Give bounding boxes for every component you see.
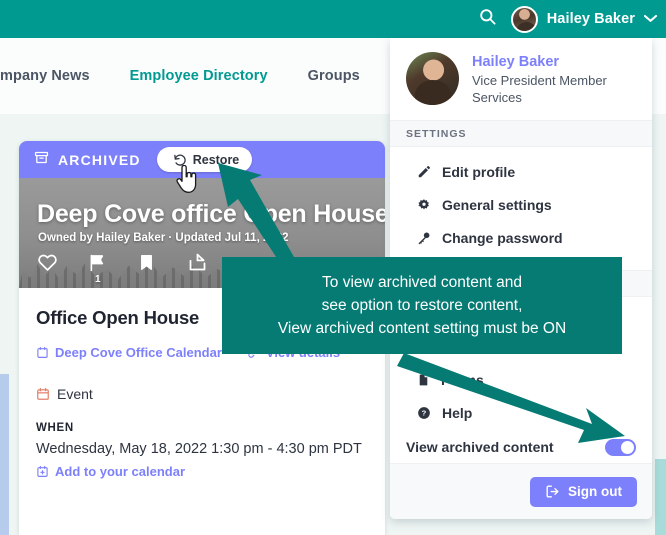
pencil-icon <box>417 165 431 179</box>
calendar-icon <box>36 346 49 359</box>
dropdown-item-label: General settings <box>442 196 552 213</box>
avatar <box>510 5 538 33</box>
dropdown-profile-name[interactable]: Hailey Baker <box>472 54 622 70</box>
dropdown-profile-role: Vice President Member Services <box>472 73 607 105</box>
right-edge-accent <box>655 459 666 535</box>
annotation-line-3: View archived content setting must be ON <box>277 320 567 337</box>
dropdown-item-label: Help <box>442 404 473 421</box>
when-value: Wednesday, May 18, 2022 1:30 pm - 4:30 p… <box>36 441 362 457</box>
annotation-callout: To view archived content and see option … <box>222 257 622 354</box>
dropdown-item-change-password[interactable]: Change password <box>390 221 652 254</box>
calendar-plus-icon <box>36 465 49 478</box>
left-edge-accent <box>0 374 9 535</box>
user-menu-trigger[interactable]: Hailey Baker <box>510 5 658 33</box>
dropdown-item-label: Edit profile <box>442 163 516 180</box>
svg-text:?: ? <box>422 408 427 417</box>
restore-button-label: Restore <box>192 152 240 167</box>
view-archived-content-toggle[interactable] <box>605 438 636 456</box>
event-type-label: Event <box>57 386 93 402</box>
top-header-bar: Hailey Baker <box>0 0 666 38</box>
annotation-line-1: To view archived content and <box>322 274 522 291</box>
screen: Hailey Baker mpany News Employee Directo… <box>0 0 666 535</box>
avatar <box>406 52 459 105</box>
sign-out-label: Sign out <box>568 484 622 499</box>
calendar-link-label: Deep Cove Office Calendar <box>55 345 222 360</box>
nav-item-employee-directory[interactable]: Employee Directory <box>130 68 268 84</box>
dropdown-item-general-settings[interactable]: General settings <box>390 188 652 221</box>
like-button[interactable] <box>37 252 87 278</box>
card-hero-meta: Owned by Hailey Baker · Updated Jul 11, … <box>38 232 289 244</box>
restore-button[interactable]: Restore <box>156 147 253 172</box>
hand-cursor <box>176 164 198 198</box>
add-to-calendar-label: Add to your calendar <box>55 464 186 479</box>
dropdown-item-label: Forms <box>441 371 484 388</box>
nav-item-groups[interactable]: Groups <box>308 68 360 84</box>
bookmark-button[interactable] <box>137 252 187 278</box>
event-type-row: Event <box>36 386 385 402</box>
archive-box-icon <box>34 150 49 170</box>
top-user-name: Hailey Baker <box>546 11 635 27</box>
when-label: WHEN <box>36 422 74 434</box>
calendar-event-icon <box>36 387 50 401</box>
dropdown-item-label: Change password <box>442 229 563 246</box>
add-to-calendar-link[interactable]: Add to your calendar <box>36 464 385 479</box>
gear-icon <box>417 198 431 212</box>
chevron-down-icon[interactable] <box>643 10 658 28</box>
search-icon[interactable] <box>478 7 497 31</box>
flag-count: 1 <box>95 274 101 285</box>
key-icon <box>417 231 431 245</box>
archived-banner: ARCHIVED Restore <box>19 141 385 178</box>
dropdown-footer: Sign out <box>390 463 652 519</box>
nav-item-company-news[interactable]: mpany News <box>0 68 90 84</box>
card-hero-actions: 1 <box>37 252 237 285</box>
document-icon <box>417 373 430 387</box>
dropdown-item-help[interactable]: ? Help <box>390 396 652 429</box>
calendar-link[interactable]: Deep Cove Office Calendar <box>36 345 222 360</box>
question-circle-icon: ? <box>417 406 431 420</box>
dropdown-section-settings: SETTINGS <box>390 120 652 147</box>
card-hero-title: Deep Cove office Open House <box>37 200 385 228</box>
dropdown-item-forms[interactable]: Forms <box>390 363 652 396</box>
dropdown-profile[interactable]: Hailey Baker Vice President Member Servi… <box>390 38 652 120</box>
archived-label: ARCHIVED <box>58 151 141 168</box>
dropdown-item-edit-profile[interactable]: Edit profile <box>390 155 652 188</box>
view-archived-content-label: View archived content <box>406 439 554 455</box>
sign-out-icon <box>545 484 560 499</box>
annotation-line-2: see option to restore content, <box>321 297 523 314</box>
flag-button[interactable]: 1 <box>87 252 137 285</box>
sign-out-button[interactable]: Sign out <box>530 476 637 507</box>
view-archived-content-row[interactable]: View archived content <box>390 429 652 465</box>
